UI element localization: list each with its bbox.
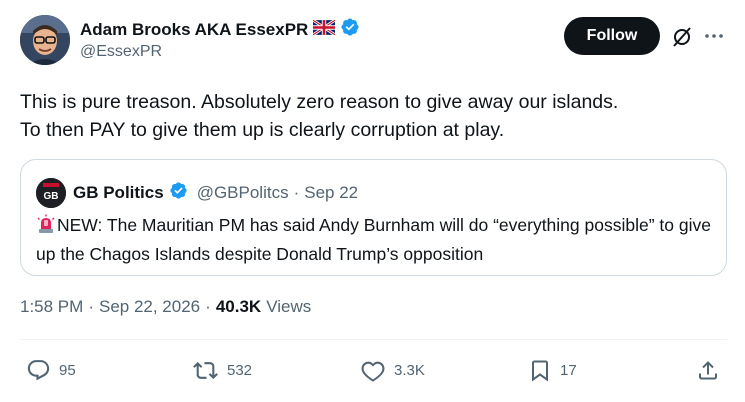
- reply-icon: [26, 358, 51, 383]
- tweet-meta: 1:58 PM · Sep 22, 2026 · 40.3K Views: [20, 297, 311, 317]
- share-button[interactable]: [696, 358, 720, 383]
- avatar-image: [20, 15, 70, 65]
- quote-text: NEW: The Mauritian PM has said Andy Burn…: [36, 212, 716, 267]
- quote-author-avatar[interactable]: GB: [36, 178, 66, 208]
- repost-button[interactable]: 532: [192, 358, 252, 383]
- more-icon[interactable]: [703, 27, 725, 45]
- tweet-text: This is pure treason. Absolutely zero re…: [20, 91, 619, 141]
- repost-count: 532: [227, 362, 253, 379]
- bookmark-count: 17: [560, 362, 577, 379]
- share-icon: [696, 358, 720, 383]
- reply-count: 95: [59, 362, 76, 379]
- verified-badge-icon[interactable]: [340, 17, 360, 42]
- meta-separator-2: ·: [205, 297, 211, 316]
- reply-button[interactable]: 95: [26, 358, 76, 383]
- author-handle[interactable]: @EssexPR: [80, 43, 162, 61]
- quote-verified-badge-icon: [169, 181, 188, 205]
- tweet-time[interactable]: 1:58 PM: [20, 297, 83, 317]
- quote-header: GB Politics @GBPolitcs · Sep 22: [73, 181, 358, 205]
- tweet-date[interactable]: Sep 22, 2026: [99, 297, 200, 317]
- author-name-row[interactable]: Adam Brooks AKA EssexPR: [80, 17, 360, 42]
- views-count: 40.3K: [215, 297, 262, 316]
- repost-icon: [192, 358, 219, 383]
- uk-flag-icon: [312, 18, 337, 40]
- grok-icon[interactable]: [671, 26, 693, 48]
- like-count: 3.3K: [394, 362, 425, 379]
- quoted-tweet-card[interactable]: GB GB Politics @GBPolitcs · Sep 22 NEW: …: [20, 159, 727, 276]
- quote-separator: ·: [293, 183, 300, 202]
- bookmark-button[interactable]: 17: [528, 358, 577, 383]
- quote-text-content: NEW: The Mauritian PM has said Andy Burn…: [36, 215, 711, 264]
- quote-date[interactable]: Sep 22: [304, 183, 358, 203]
- meta-separator: ·: [88, 297, 94, 316]
- rotating-light-icon: [36, 214, 56, 241]
- quote-avatar-label: GB: [44, 191, 59, 202]
- quote-author-handle[interactable]: @GBPolitcs: [197, 183, 289, 203]
- views-label: Views: [266, 297, 312, 316]
- author-avatar[interactable]: [20, 15, 70, 65]
- follow-button[interactable]: Follow: [564, 17, 660, 55]
- divider: [20, 339, 727, 340]
- heart-icon: [360, 358, 386, 383]
- quote-author-name[interactable]: GB Politics: [73, 183, 164, 203]
- author-display-name[interactable]: Adam Brooks AKA EssexPR: [80, 20, 308, 40]
- bookmark-icon: [528, 358, 552, 383]
- like-button[interactable]: 3.3K: [360, 358, 425, 383]
